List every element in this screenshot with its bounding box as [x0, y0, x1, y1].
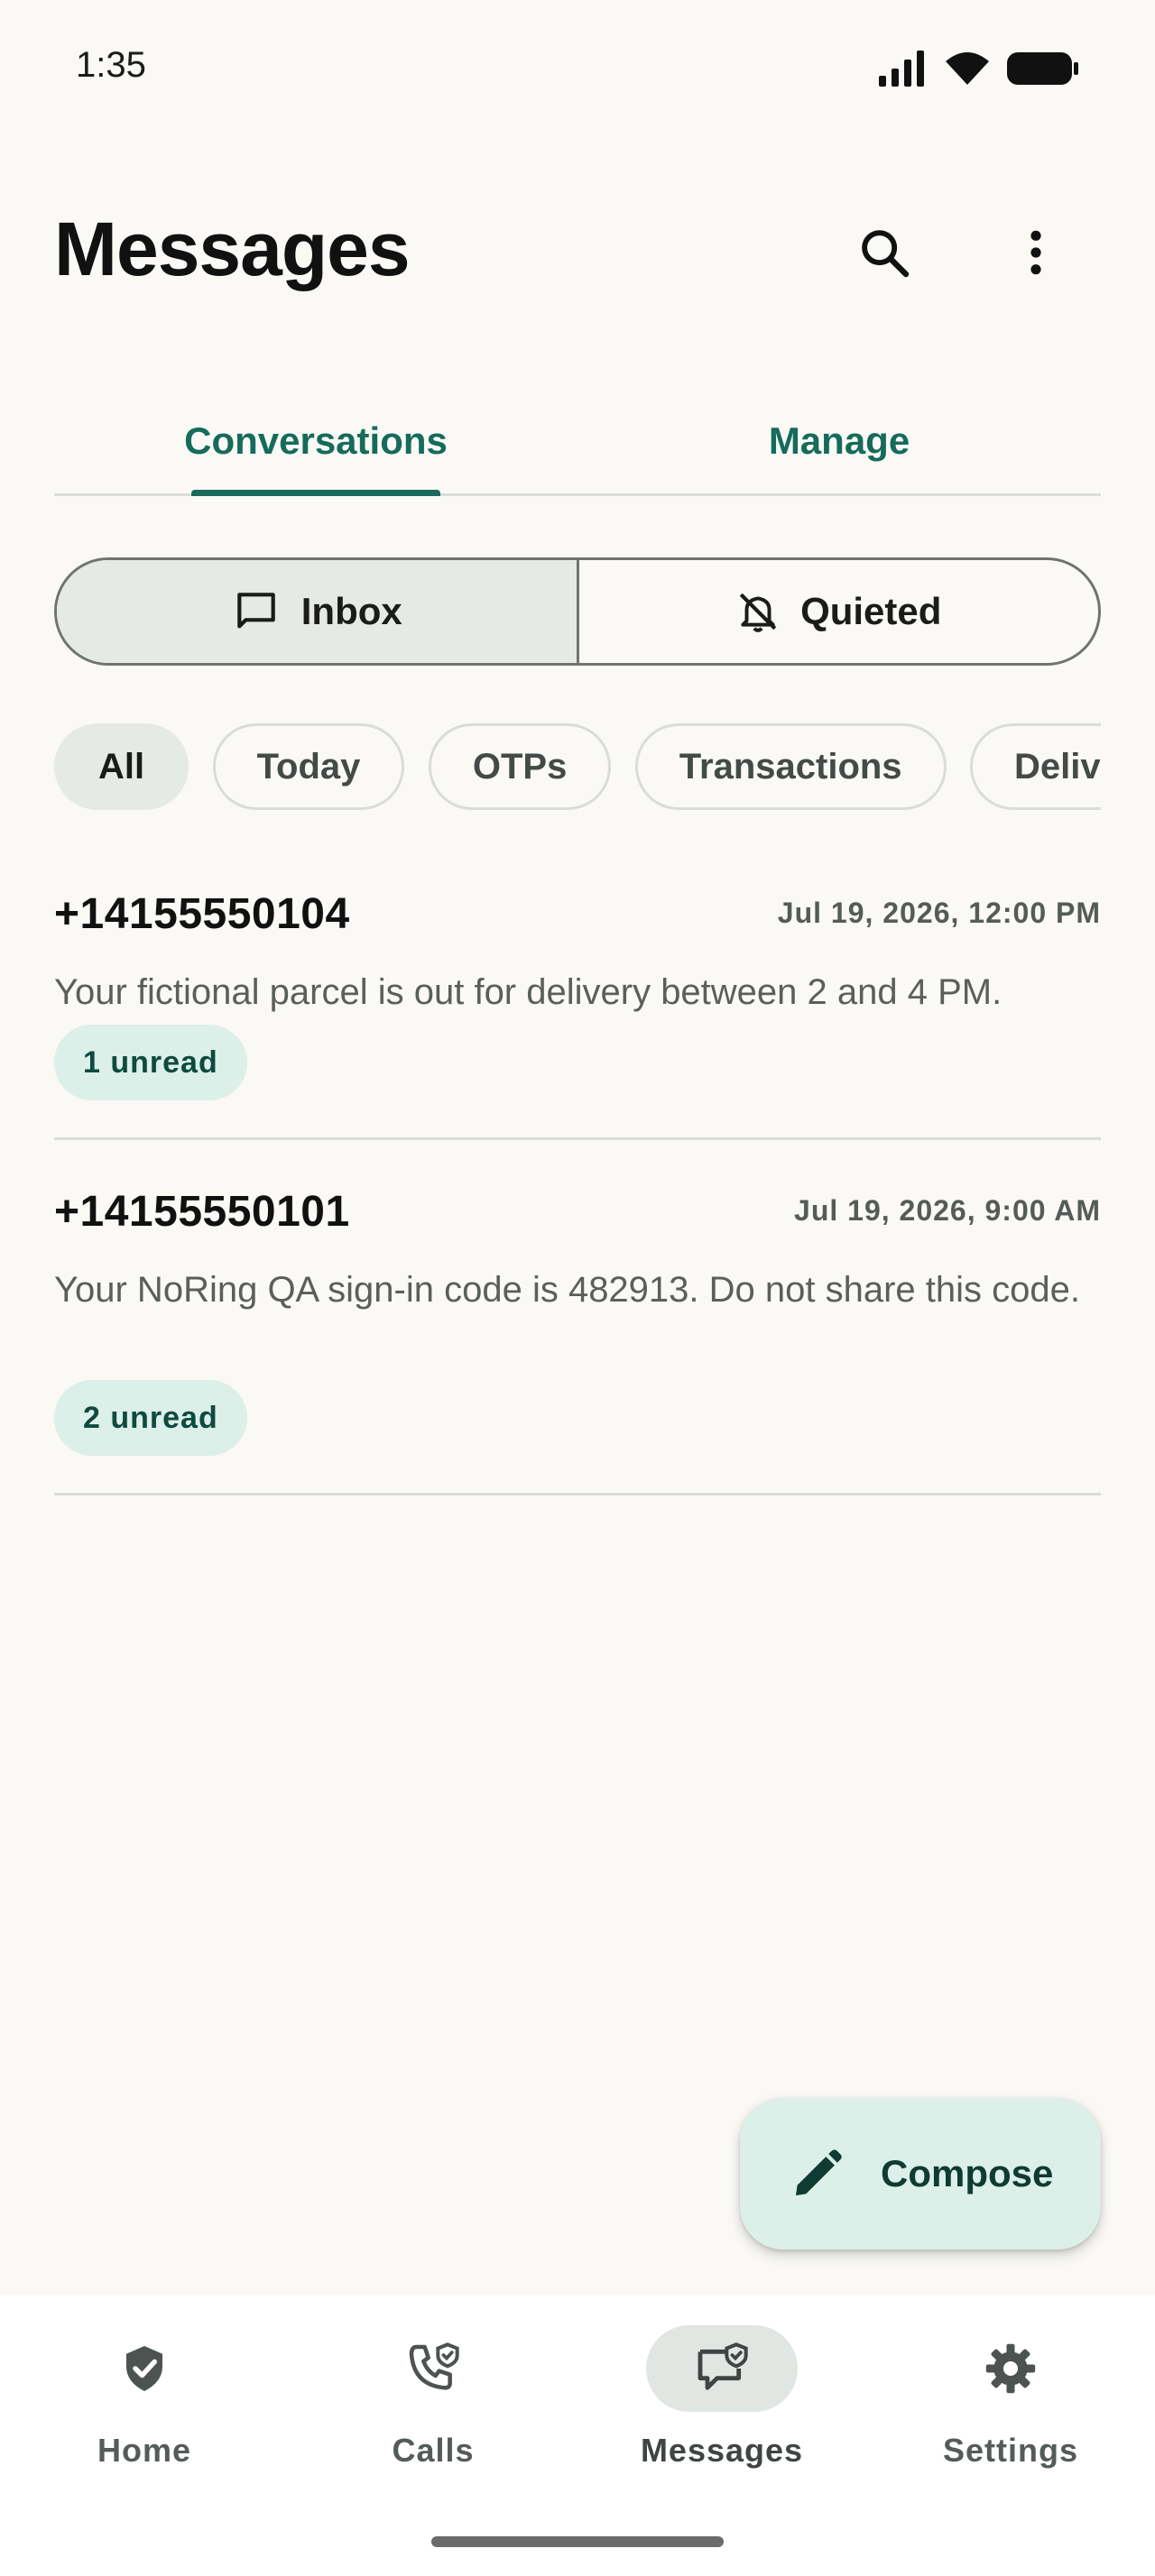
nav-icon-container — [935, 2325, 1086, 2412]
more-options-button[interactable] — [993, 209, 1079, 296]
segment-quieted[interactable]: Quieted — [576, 560, 1099, 663]
inbox-quieted-toggle: Inbox Quieted — [54, 557, 1101, 666]
gear-icon — [985, 2343, 1036, 2394]
message-preview: Your fictional parcel is out for deliver… — [54, 972, 1003, 1012]
compose-label: Compose — [881, 2152, 1054, 2194]
message-timestamp: Jul 19, 2026, 12:00 PM — [777, 897, 1101, 929]
phone-shield-icon — [409, 2342, 459, 2390]
nav-icon-container — [69, 2325, 220, 2412]
tab-indicator — [191, 490, 440, 496]
bell-off-icon — [739, 593, 777, 632]
nav-icon-container — [646, 2325, 798, 2412]
status-icons — [877, 51, 1079, 87]
status-time: 1:35 — [76, 45, 146, 85]
nav-messages[interactable]: Messages — [578, 2325, 866, 2470]
unread-badge: 1 unread — [54, 1025, 247, 1100]
message-preview: Your NoRing QA sign-in code is 482913. D… — [54, 1270, 1080, 1310]
shield-check-icon — [126, 2346, 162, 2391]
nav-settings[interactable]: Settings — [866, 2325, 1155, 2470]
chip-otps[interactable]: OTPs — [428, 723, 612, 810]
conversation-item[interactable]: +14155550101 Jul 19, 2026, 9:00 AM Your … — [54, 1164, 1101, 1495]
nav-label: Settings — [942, 2432, 1078, 2469]
segment-label: Inbox — [300, 590, 402, 632]
chip-transactions[interactable]: Transactions — [634, 723, 947, 810]
search-icon — [862, 230, 910, 278]
battery-icon — [1007, 52, 1078, 85]
filter-chips: All Today OTPs Transactions Deliveries — [54, 723, 1101, 812]
message-shield-icon — [698, 2342, 748, 2390]
message-outline-icon — [236, 593, 275, 629]
search-button[interactable] — [841, 209, 928, 296]
page-title: Messages — [54, 207, 411, 291]
sender-number: +14155550101 — [54, 1188, 350, 1236]
sender-number: +14155550104 — [54, 890, 350, 938]
nav-label: Calls — [392, 2432, 475, 2469]
tab-label: Conversations — [184, 419, 448, 462]
nav-home[interactable]: Home — [0, 2325, 289, 2470]
pencil-icon — [796, 2149, 842, 2195]
signal-icon — [879, 51, 924, 87]
more-vert-icon — [1030, 230, 1041, 275]
compose-button[interactable]: Compose — [740, 2098, 1101, 2249]
conversation-item[interactable]: +14155550104 Jul 19, 2026, 12:00 PM Your… — [54, 866, 1101, 1140]
tab-manage[interactable]: Manage — [578, 388, 1101, 493]
chip-today[interactable]: Today — [212, 723, 405, 810]
segment-label: Quieted — [800, 590, 942, 632]
nav-label: Messages — [640, 2432, 804, 2469]
segment-inbox[interactable]: Inbox — [57, 560, 577, 663]
tab-conversations[interactable]: Conversations — [54, 388, 578, 496]
message-timestamp: Jul 19, 2026, 9:00 AM — [794, 1194, 1101, 1227]
chip-all[interactable]: All — [54, 723, 189, 810]
home-indicator[interactable] — [431, 2536, 724, 2547]
nav-label: Home — [97, 2432, 192, 2469]
status-bar: 1:35 — [0, 0, 1155, 141]
wifi-icon — [946, 52, 989, 85]
bottom-navigation: Home Calls Messages Settings — [0, 2295, 1155, 2576]
tab-label: Manage — [768, 419, 910, 462]
tab-bar: Conversations Manage — [54, 388, 1101, 496]
nav-icon-container — [357, 2325, 509, 2412]
nav-calls[interactable]: Calls — [289, 2325, 578, 2470]
unread-badge: 2 unread — [54, 1380, 247, 1456]
chip-deliveries[interactable]: Deliveries — [970, 723, 1101, 810]
